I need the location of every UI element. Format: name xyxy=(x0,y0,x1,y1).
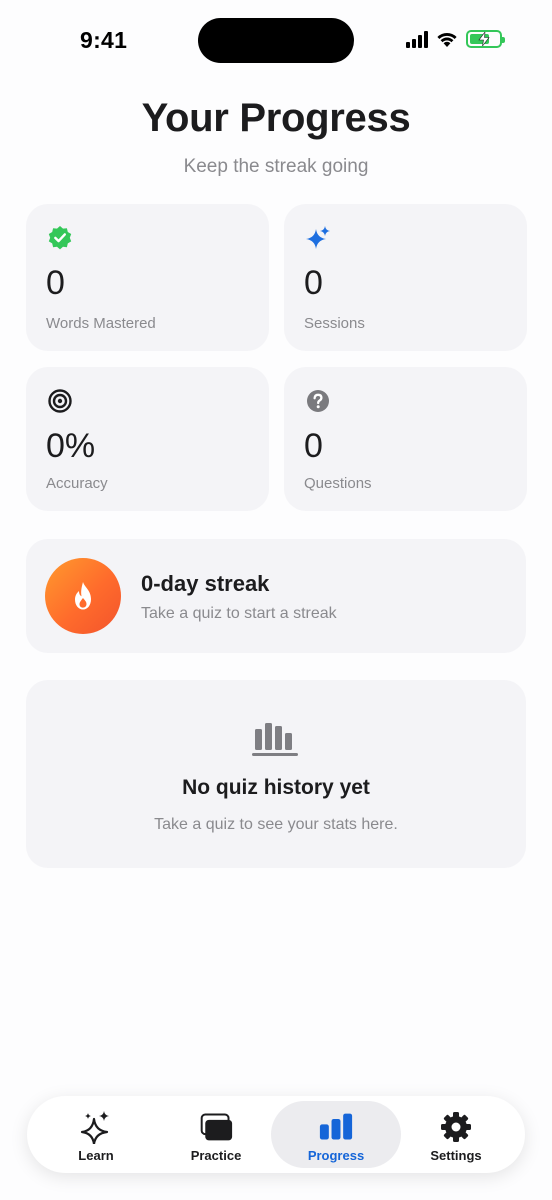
tab-bar: Learn Practice Progress Settings xyxy=(27,1096,525,1173)
streak-title: 0-day streak xyxy=(141,571,270,596)
bar-chart-icon xyxy=(252,718,300,763)
stat-value: 0 xyxy=(304,264,323,302)
sparkles-icon xyxy=(79,1110,113,1144)
stat-label: Accuracy xyxy=(46,475,108,492)
streak-card: 0-day streak Take a quiz to start a stre… xyxy=(26,539,526,653)
bar-chart-icon xyxy=(319,1110,353,1144)
stat-card-words-mastered: 0 Words Mastered xyxy=(26,204,269,351)
status-bar: 9:41 xyxy=(0,0,552,80)
stat-label: Questions xyxy=(304,475,372,492)
tab-label: Practice xyxy=(190,1148,242,1163)
stat-card-accuracy: 0% Accuracy xyxy=(26,367,269,511)
sparkles-icon xyxy=(304,224,332,252)
target-icon xyxy=(46,387,74,415)
tab-learn[interactable]: Learn xyxy=(31,1101,161,1168)
history-empty-title: No quiz history yet xyxy=(182,776,370,799)
history-empty-subtitle: Take a quiz to see your stats here. xyxy=(154,816,398,833)
tab-label: Learn xyxy=(78,1148,114,1163)
check-badge-icon xyxy=(46,224,74,252)
streak-subtitle: Take a quiz to start a streak xyxy=(141,605,337,622)
tab-label: Progress xyxy=(307,1148,365,1163)
battery-icon xyxy=(466,30,505,48)
tab-label: Settings xyxy=(430,1148,482,1163)
flame-icon xyxy=(45,558,121,634)
status-icons xyxy=(406,30,505,48)
stat-value: 0 xyxy=(304,427,323,465)
page-title: Your Progress xyxy=(141,96,411,140)
cellular-signal-icon xyxy=(406,30,428,48)
gear-icon xyxy=(439,1110,473,1144)
stat-label: Sessions xyxy=(304,315,365,332)
tab-progress[interactable]: Progress xyxy=(271,1101,401,1168)
quiz-history-card: No quiz history yet Take a quiz to see y… xyxy=(26,680,526,868)
tab-settings[interactable]: Settings xyxy=(391,1101,521,1168)
stat-card-sessions: 0 Sessions xyxy=(284,204,527,351)
status-time: 9:41 xyxy=(80,27,128,53)
stat-label: Words Mastered xyxy=(46,315,156,332)
stat-value: 0 xyxy=(46,264,65,302)
dynamic-island xyxy=(198,18,354,63)
stat-card-questions: 0 Questions xyxy=(284,367,527,511)
stat-value: 0% xyxy=(46,427,96,465)
page-subtitle: Keep the streak going xyxy=(183,156,369,177)
wifi-icon xyxy=(437,32,457,47)
question-circle-icon xyxy=(304,387,332,415)
cards-icon xyxy=(199,1110,233,1144)
tab-practice[interactable]: Practice xyxy=(151,1101,281,1168)
